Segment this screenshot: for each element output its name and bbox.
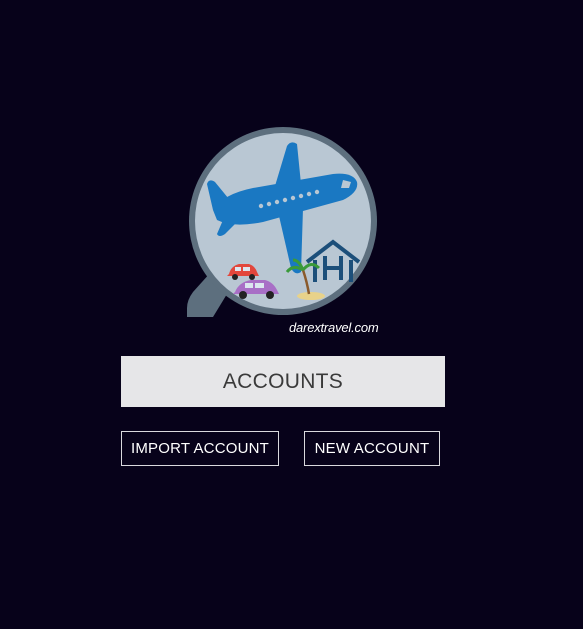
import-account-button[interactable]: IMPORT ACCOUNT — [121, 431, 279, 466]
website-caption: darextravel.com — [289, 320, 379, 335]
accounts-title: ACCOUNTS — [121, 356, 445, 407]
new-account-button[interactable]: NEW ACCOUNT — [304, 431, 440, 466]
accounts-screen: darextravel.com ACCOUNTS IMPORT ACCOUNT … — [0, 0, 583, 629]
magnifier-icon — [187, 127, 377, 317]
travel-logo — [183, 122, 383, 322]
